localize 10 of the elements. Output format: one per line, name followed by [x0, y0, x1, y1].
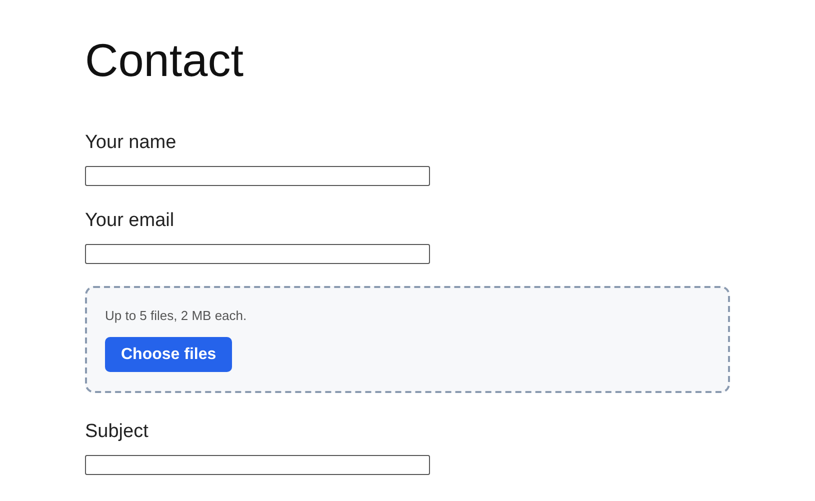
input-field[interactable] [85, 244, 430, 264]
field-label: Your email [85, 209, 174, 233]
page-title: Contact [85, 33, 245, 88]
field-label: Your name [85, 131, 176, 155]
input-field[interactable] [85, 166, 430, 186]
file-drop-zone[interactable]: Up to 5 files, 2 MB each. Choose files [85, 286, 730, 393]
field-label: Subject [85, 420, 148, 444]
input-field[interactable] [85, 455, 430, 475]
choose-files-button[interactable]: Choose files [105, 337, 232, 372]
upload-hint: Up to 5 files, 2 MB each. [105, 307, 247, 325]
